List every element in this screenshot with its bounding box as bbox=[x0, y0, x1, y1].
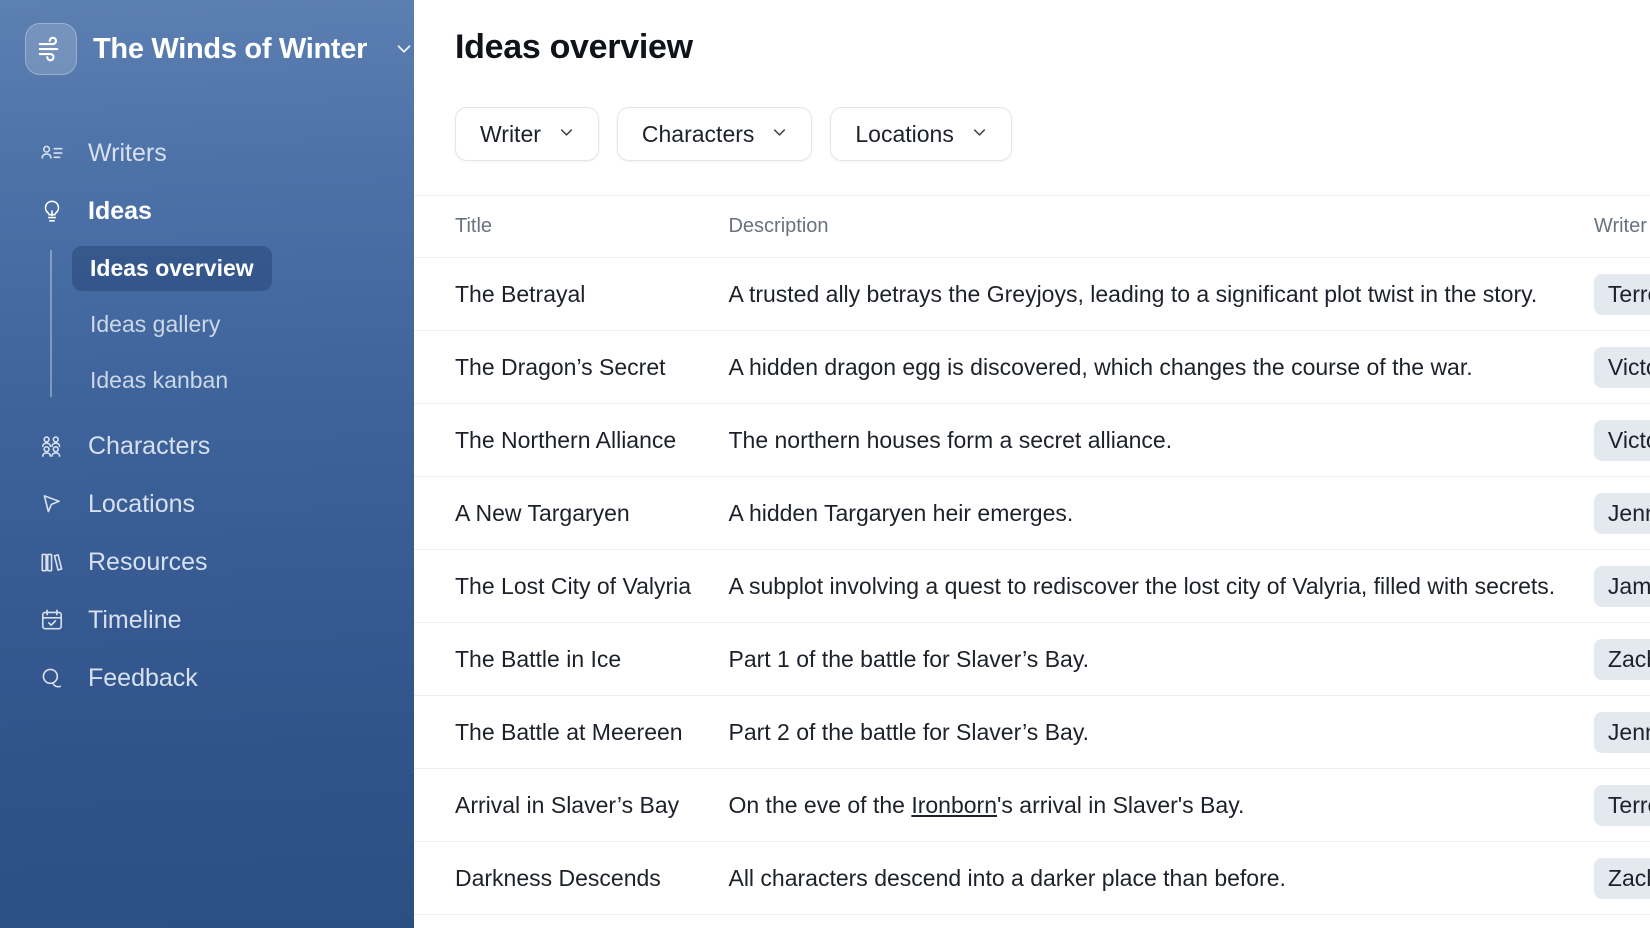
chevron-down-icon bbox=[770, 121, 789, 148]
page-title: Ideas overview bbox=[455, 28, 693, 66]
sidebar-item-label: Timeline bbox=[88, 605, 182, 634]
sidebar-subitem-ideas-gallery[interactable]: Ideas gallery bbox=[72, 302, 238, 347]
writer-badge[interactable]: Victoria Ahn bbox=[1593, 346, 1650, 388]
column-header-writer[interactable]: Writer bbox=[1593, 195, 1650, 258]
chat-bubbles-icon bbox=[38, 664, 66, 692]
workspace-switcher[interactable]: The Winds of Winter bbox=[0, 22, 414, 76]
sidebar: The Winds of Winter Writers Ideas Ideas … bbox=[0, 0, 414, 928]
cell-title: The Dragon’s Secret bbox=[414, 330, 729, 404]
writer-badge[interactable]: Zachary Goldberg bbox=[1593, 638, 1650, 680]
description-text-post: 's arrival in Slaver's Bay. bbox=[997, 791, 1245, 818]
calendar-check-icon bbox=[38, 606, 66, 634]
description-entity-link[interactable]: Ironborn bbox=[911, 792, 997, 818]
cell-description: All characters descend into a darker pla… bbox=[728, 864, 1286, 891]
table-header: Title Description Writer bbox=[414, 195, 1650, 258]
filter-label: Locations bbox=[855, 120, 954, 147]
cell-title: The Betrayal bbox=[414, 257, 729, 331]
sidebar-item-timeline[interactable]: Timeline bbox=[0, 591, 414, 649]
sidebar-subitem-label: Ideas gallery bbox=[90, 311, 221, 337]
writer-badge[interactable]: Terrence Brooks bbox=[1593, 784, 1650, 826]
app-root: The Winds of Winter Writers Ideas Ideas … bbox=[0, 0, 1650, 928]
table-row[interactable]: The Dragon’s Secret A hidden dragon egg … bbox=[414, 330, 1650, 404]
cell-description: Part 2 of the battle for Slaver’s Bay. bbox=[728, 718, 1090, 745]
sidebar-item-characters[interactable]: Characters bbox=[0, 417, 414, 475]
main-content: Ideas overview Writer Characters Locatio… bbox=[414, 0, 1650, 928]
table-row[interactable]: Arrival in Slaver’s Bay On the eve of th… bbox=[414, 768, 1650, 842]
lightbulb-icon bbox=[38, 197, 66, 225]
cursor-arrow-icon bbox=[38, 490, 66, 518]
cell-description: Part 1 of the battle for Slaver’s Bay. bbox=[728, 645, 1090, 672]
cell-description: On the eve of the Ironborn's arrival in … bbox=[728, 792, 1593, 819]
cell-description: A trusted ally betrays the Greyjoys, lea… bbox=[728, 280, 1538, 307]
filter-locations-button[interactable]: Locations bbox=[830, 107, 1012, 161]
sidebar-nav: Writers Ideas Ideas overview Ideas galle… bbox=[0, 124, 414, 707]
writer-badge[interactable]: Victoria Ahn bbox=[1593, 419, 1650, 461]
cell-description: A subplot involving a quest to rediscove… bbox=[728, 572, 1556, 599]
table-row[interactable]: The Battle in Ice Part 1 of the battle f… bbox=[414, 622, 1650, 696]
cell-description: A hidden dragon egg is discovered, which… bbox=[728, 353, 1473, 380]
writer-badge[interactable]: James Tisdale bbox=[1593, 565, 1650, 607]
sidebar-item-feedback[interactable]: Feedback bbox=[0, 649, 414, 707]
sidebar-item-label: Ideas bbox=[88, 196, 152, 225]
chevron-down-icon bbox=[970, 121, 989, 148]
cell-title: The Northern Alliance bbox=[414, 403, 729, 477]
sidebar-subitem-label: Ideas overview bbox=[90, 255, 254, 281]
users-icon bbox=[38, 432, 66, 460]
table-row[interactable]: The Betrayal A trusted ally betrays the … bbox=[414, 257, 1650, 331]
sidebar-item-resources[interactable]: Resources bbox=[0, 533, 414, 591]
sidebar-item-label: Characters bbox=[88, 431, 211, 460]
user-list-icon bbox=[38, 139, 66, 167]
filter-characters-button[interactable]: Characters bbox=[616, 107, 813, 161]
table-row[interactable]: The Northern Alliance The northern house… bbox=[414, 403, 1650, 477]
sidebar-item-label: Writers bbox=[88, 138, 167, 167]
writer-badge[interactable]: Jennifer Hong bbox=[1593, 492, 1650, 534]
sidebar-subitem-label: Ideas kanban bbox=[90, 367, 229, 393]
sidebar-item-label: Locations bbox=[88, 489, 196, 518]
cell-title: The Lost City of Valyria bbox=[414, 549, 729, 623]
table-row[interactable]: The Lost City of Valyria A subplot invol… bbox=[414, 549, 1650, 623]
cell-description: A hidden Targaryen heir emerges. bbox=[728, 499, 1074, 526]
books-icon bbox=[38, 548, 66, 576]
sidebar-item-label: Feedback bbox=[88, 663, 198, 692]
table-body: The Betrayal A trusted ally betrays the … bbox=[414, 257, 1650, 915]
sidebar-item-label: Resources bbox=[88, 547, 208, 576]
cell-title: The Battle at Meereen bbox=[414, 695, 729, 769]
table-row[interactable]: Darkness Descends All characters descend… bbox=[414, 841, 1650, 915]
filter-bar: Writer Characters Locations bbox=[414, 67, 1650, 161]
sidebar-item-writers[interactable]: Writers bbox=[0, 124, 414, 182]
cell-title: Arrival in Slaver’s Bay bbox=[414, 768, 729, 842]
sidebar-subitem-ideas-overview[interactable]: Ideas overview bbox=[72, 246, 272, 291]
ideas-table-container[interactable]: Title Description Writer The Betrayal A … bbox=[414, 195, 1650, 915]
table-header-row: Title Description Writer bbox=[414, 195, 1650, 258]
cell-title: Darkness Descends bbox=[414, 841, 729, 915]
cell-title: A New Targaryen bbox=[414, 476, 729, 550]
writer-badge[interactable]: Jennifer Hong bbox=[1593, 711, 1650, 753]
filter-writer-button[interactable]: Writer bbox=[455, 107, 599, 161]
writer-badge[interactable]: Terrence Brooks bbox=[1593, 273, 1650, 315]
ideas-table: Title Description Writer The Betrayal A … bbox=[414, 195, 1650, 915]
cell-title: The Battle in Ice bbox=[414, 622, 729, 696]
chevron-down-icon[interactable] bbox=[393, 38, 414, 60]
sidebar-subnav-ideas: Ideas overview Ideas gallery Ideas kanba… bbox=[50, 246, 414, 403]
table-row[interactable]: A New Targaryen A hidden Targaryen heir … bbox=[414, 476, 1650, 550]
table-row[interactable]: The Battle at Meereen Part 2 of the batt… bbox=[414, 695, 1650, 769]
description-text-pre: On the eve of the bbox=[728, 791, 912, 818]
workspace-title: The Winds of Winter bbox=[93, 32, 368, 65]
sidebar-subitem-ideas-kanban[interactable]: Ideas kanban bbox=[72, 358, 246, 403]
filter-label: Characters bbox=[641, 120, 755, 147]
sidebar-item-ideas[interactable]: Ideas bbox=[0, 182, 414, 240]
sidebar-item-locations[interactable]: Locations bbox=[0, 475, 414, 533]
cell-description: The northern houses form a secret allian… bbox=[728, 426, 1173, 453]
writer-badge[interactable]: Zachary Goldberg bbox=[1593, 857, 1650, 899]
filter-label: Writer bbox=[480, 120, 541, 147]
chevron-down-icon bbox=[557, 121, 576, 148]
column-header-description[interactable]: Description bbox=[728, 195, 1594, 258]
column-header-title[interactable]: Title bbox=[414, 195, 729, 258]
wind-icon bbox=[25, 23, 77, 75]
